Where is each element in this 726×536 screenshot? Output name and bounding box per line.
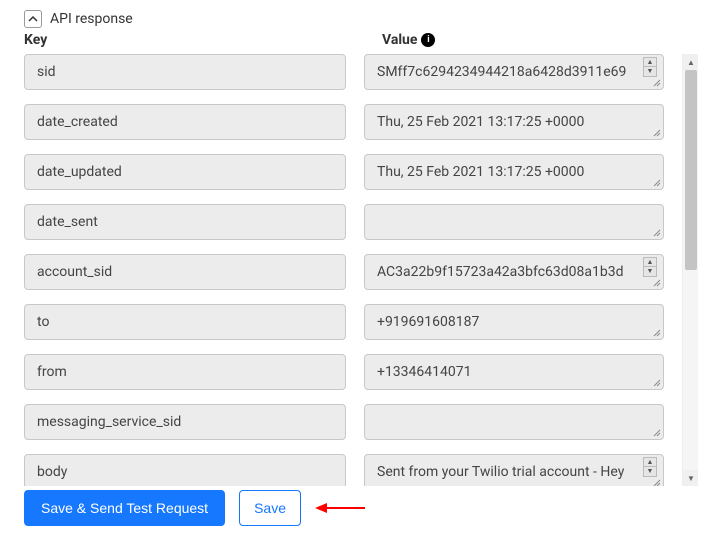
value-field[interactable]: SMff7c6294234944218a6428d3911e69 ▲▼ (364, 54, 664, 90)
scroll-down-icon[interactable]: ▼ (643, 267, 657, 277)
save-button[interactable]: Save (239, 490, 301, 526)
resize-grip-icon[interactable] (651, 327, 661, 337)
resize-grip-icon[interactable] (651, 177, 661, 187)
textarea-scroll-buttons[interactable]: ▲▼ (643, 457, 659, 477)
key-field[interactable]: date_sent (24, 204, 346, 240)
value-text: SMff7c6294234944218a6428d3911e69 (377, 64, 626, 80)
value-field[interactable]: +919691608187 (364, 304, 664, 340)
value-text: +919691608187 (377, 314, 479, 330)
value-text: +13346414071 (377, 364, 472, 380)
resize-grip-icon[interactable] (651, 377, 661, 387)
scroll-up-icon[interactable]: ▲ (643, 57, 657, 67)
value-text: AC3a22b9f15723a42a3bfc63d08a1b3d (377, 264, 624, 280)
key-field[interactable]: from (24, 354, 346, 390)
table-row: account_sid AC3a22b9f15723a42a3bfc63d08a1… (24, 254, 672, 290)
value-field[interactable]: Thu, 25 Feb 2021 13:17:25 +0000 (364, 104, 664, 140)
value-field[interactable] (364, 204, 664, 240)
info-icon[interactable]: i (421, 33, 435, 47)
value-field[interactable] (364, 404, 664, 440)
table-row: messaging_service_sid (24, 404, 672, 440)
column-header-value: Value (382, 32, 417, 48)
resize-grip-icon[interactable] (651, 477, 661, 486)
save-and-send-button[interactable]: Save & Send Test Request (24, 490, 225, 526)
value-text: Thu, 25 Feb 2021 13:17:25 +0000 (377, 164, 584, 180)
resize-grip-icon[interactable] (651, 77, 661, 87)
key-field[interactable]: date_created (24, 104, 346, 140)
key-field[interactable]: sid (24, 54, 346, 90)
value-field[interactable]: +13346414071 (364, 354, 664, 390)
key-field[interactable]: date_updated (24, 154, 346, 190)
table-row: date_created Thu, 25 Feb 2021 13:17:25 +0… (24, 104, 672, 140)
resize-grip-icon[interactable] (651, 427, 661, 437)
value-text: Sent from your Twilio trial account - He… (377, 464, 624, 480)
scroll-down-arrow-icon[interactable]: ▼ (683, 470, 698, 486)
value-text: Thu, 25 Feb 2021 13:17:25 +0000 (377, 114, 584, 130)
table-row: sid SMff7c6294234944218a6428d3911e69 ▲▼ (24, 54, 672, 90)
table-row: date_sent (24, 204, 672, 240)
table-row: from +13346414071 (24, 354, 672, 390)
scroll-down-icon[interactable]: ▼ (643, 67, 657, 77)
scroll-down-icon[interactable]: ▼ (643, 467, 657, 477)
response-fields-list: sidSMff7c6294234944218a6428d3911e69▲▼dat… (24, 54, 672, 486)
textarea-scroll-buttons[interactable]: ▲▼ (643, 57, 659, 77)
key-field[interactable]: messaging_service_sid (24, 404, 346, 440)
vertical-scrollbar[interactable]: ▲ ▼ (682, 54, 698, 486)
value-field[interactable]: Sent from your Twilio trial account - He… (364, 454, 664, 486)
resize-grip-icon[interactable] (651, 277, 661, 287)
scroll-up-arrow-icon[interactable]: ▲ (683, 54, 698, 70)
resize-grip-icon[interactable] (651, 127, 661, 137)
scroll-up-icon[interactable]: ▲ (643, 257, 657, 267)
key-field[interactable]: to (24, 304, 346, 340)
table-row: to +919691608187 (24, 304, 672, 340)
table-row: date_updated Thu, 25 Feb 2021 13:17:25 +0… (24, 154, 672, 190)
value-field[interactable]: AC3a22b9f15723a42a3bfc63d08a1b3d ▲▼ (364, 254, 664, 290)
collapse-section-button[interactable] (24, 10, 42, 28)
annotation-arrow-icon (315, 500, 365, 516)
column-header-key: Key (24, 32, 364, 48)
resize-grip-icon[interactable] (651, 227, 661, 237)
table-row: body Sent from your Twilio trial account … (24, 454, 672, 486)
key-field[interactable]: body (24, 454, 346, 486)
section-title: API response (50, 11, 133, 27)
key-field[interactable]: account_sid (24, 254, 346, 290)
scroll-up-icon[interactable]: ▲ (643, 457, 657, 467)
scrollbar-thumb[interactable] (685, 70, 697, 270)
value-field[interactable]: Thu, 25 Feb 2021 13:17:25 +0000 (364, 154, 664, 190)
chevron-up-icon (28, 14, 38, 24)
textarea-scroll-buttons[interactable]: ▲▼ (643, 257, 659, 277)
